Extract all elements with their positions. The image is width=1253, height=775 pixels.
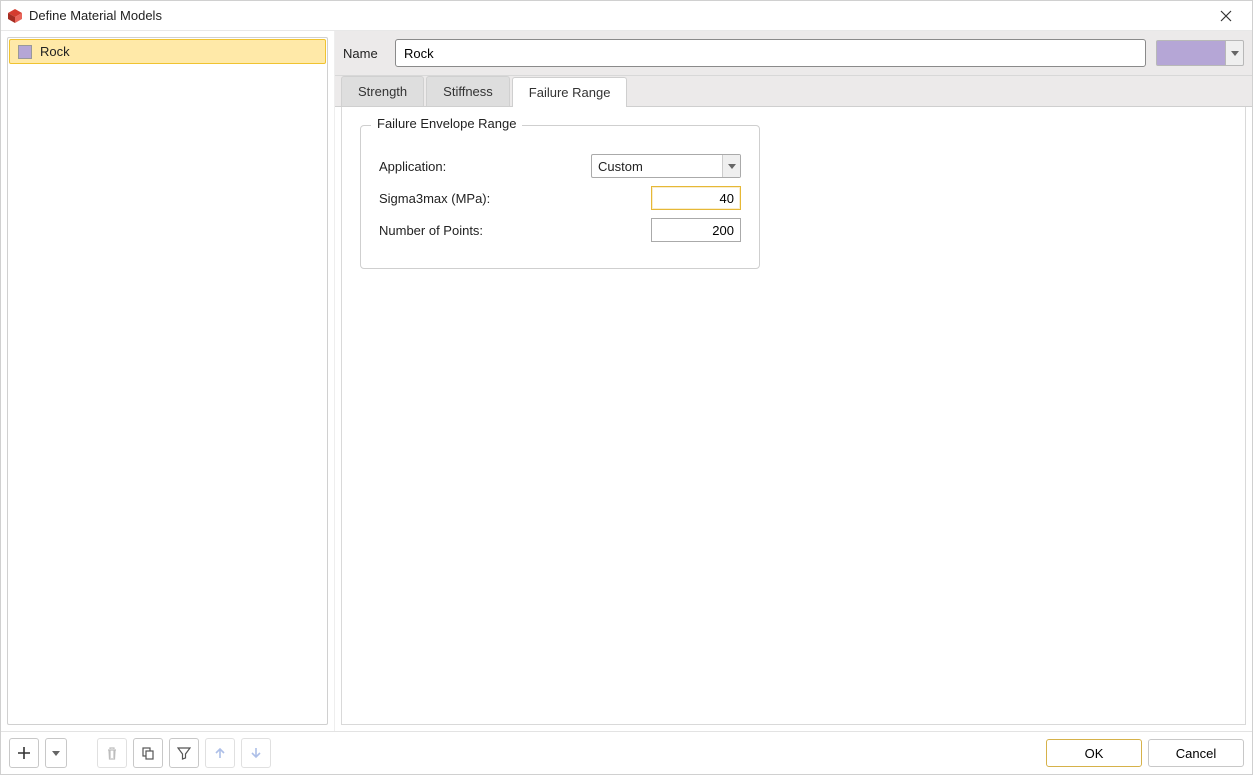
tab-label: Strength — [358, 84, 407, 99]
chevron-down-icon — [728, 164, 736, 169]
chevron-down-icon — [1231, 51, 1239, 56]
sigma3max-input[interactable] — [651, 186, 741, 210]
copy-material-button[interactable] — [133, 738, 163, 768]
material-color-swatch — [18, 45, 32, 59]
delete-material-button[interactable] — [97, 738, 127, 768]
dialog-body: Rock Name Strength — [1, 31, 1252, 731]
tab-strength[interactable]: Strength — [341, 76, 424, 106]
dialog-footer: OK Cancel — [1, 731, 1252, 774]
cancel-button-label: Cancel — [1176, 746, 1216, 761]
add-material-dropdown[interactable] — [45, 738, 67, 768]
application-value: Custom — [592, 159, 722, 174]
titlebar: Define Material Models — [1, 1, 1252, 31]
numpoints-input[interactable] — [651, 218, 741, 242]
close-icon — [1220, 10, 1232, 22]
color-dropdown-button[interactable] — [1226, 40, 1244, 66]
tab-stiffness[interactable]: Stiffness — [426, 76, 510, 106]
tab-failure-range[interactable]: Failure Range — [512, 77, 628, 107]
chevron-down-icon — [52, 751, 60, 756]
material-name-label: Rock — [40, 44, 70, 59]
window-title: Define Material Models — [29, 8, 162, 23]
filter-icon — [177, 746, 191, 760]
move-up-icon — [213, 746, 227, 760]
failure-envelope-range-group: Failure Envelope Range Application: Cust… — [360, 125, 760, 269]
tab-row: Strength Stiffness Failure Range — [335, 76, 1252, 107]
color-picker[interactable] — [1156, 40, 1244, 66]
name-field-label: Name — [343, 46, 385, 61]
row-sigma3max: Sigma3max (MPa): — [379, 186, 741, 210]
tab-content-failure-range: Failure Envelope Range Application: Cust… — [341, 107, 1246, 725]
add-material-button[interactable] — [9, 738, 39, 768]
app-cube-icon — [7, 8, 23, 24]
tab-label: Failure Range — [529, 85, 611, 100]
copy-icon — [141, 746, 155, 760]
cancel-button[interactable]: Cancel — [1148, 739, 1244, 767]
name-bar: Name — [335, 31, 1252, 76]
application-label: Application: — [379, 159, 579, 174]
ok-button-label: OK — [1085, 746, 1104, 761]
filter-materials-button[interactable] — [169, 738, 199, 768]
window-close-button[interactable] — [1206, 2, 1246, 30]
material-list-panel: Rock — [1, 31, 335, 731]
delete-icon — [105, 746, 119, 760]
row-application: Application: Custom — [379, 154, 741, 178]
application-dropdown-button[interactable] — [722, 155, 740, 177]
sigma3max-label: Sigma3max (MPa): — [379, 191, 579, 206]
color-swatch[interactable] — [1156, 40, 1226, 66]
numpoints-label: Number of Points: — [379, 223, 579, 238]
application-select[interactable]: Custom — [591, 154, 741, 178]
tab-label: Stiffness — [443, 84, 493, 99]
row-numpoints: Number of Points: — [379, 218, 741, 242]
material-list-item[interactable]: Rock — [9, 39, 326, 64]
move-up-button[interactable] — [205, 738, 235, 768]
material-list[interactable]: Rock — [7, 37, 328, 725]
move-down-icon — [249, 746, 263, 760]
name-input[interactable] — [395, 39, 1146, 67]
group-title: Failure Envelope Range — [371, 116, 522, 131]
move-down-button[interactable] — [241, 738, 271, 768]
ok-button[interactable]: OK — [1046, 739, 1142, 767]
editor-panel: Name Strength Stiffness Failure Range — [335, 31, 1252, 731]
add-icon — [17, 746, 31, 760]
dialog-window: Define Material Models Rock Name — [0, 0, 1253, 775]
